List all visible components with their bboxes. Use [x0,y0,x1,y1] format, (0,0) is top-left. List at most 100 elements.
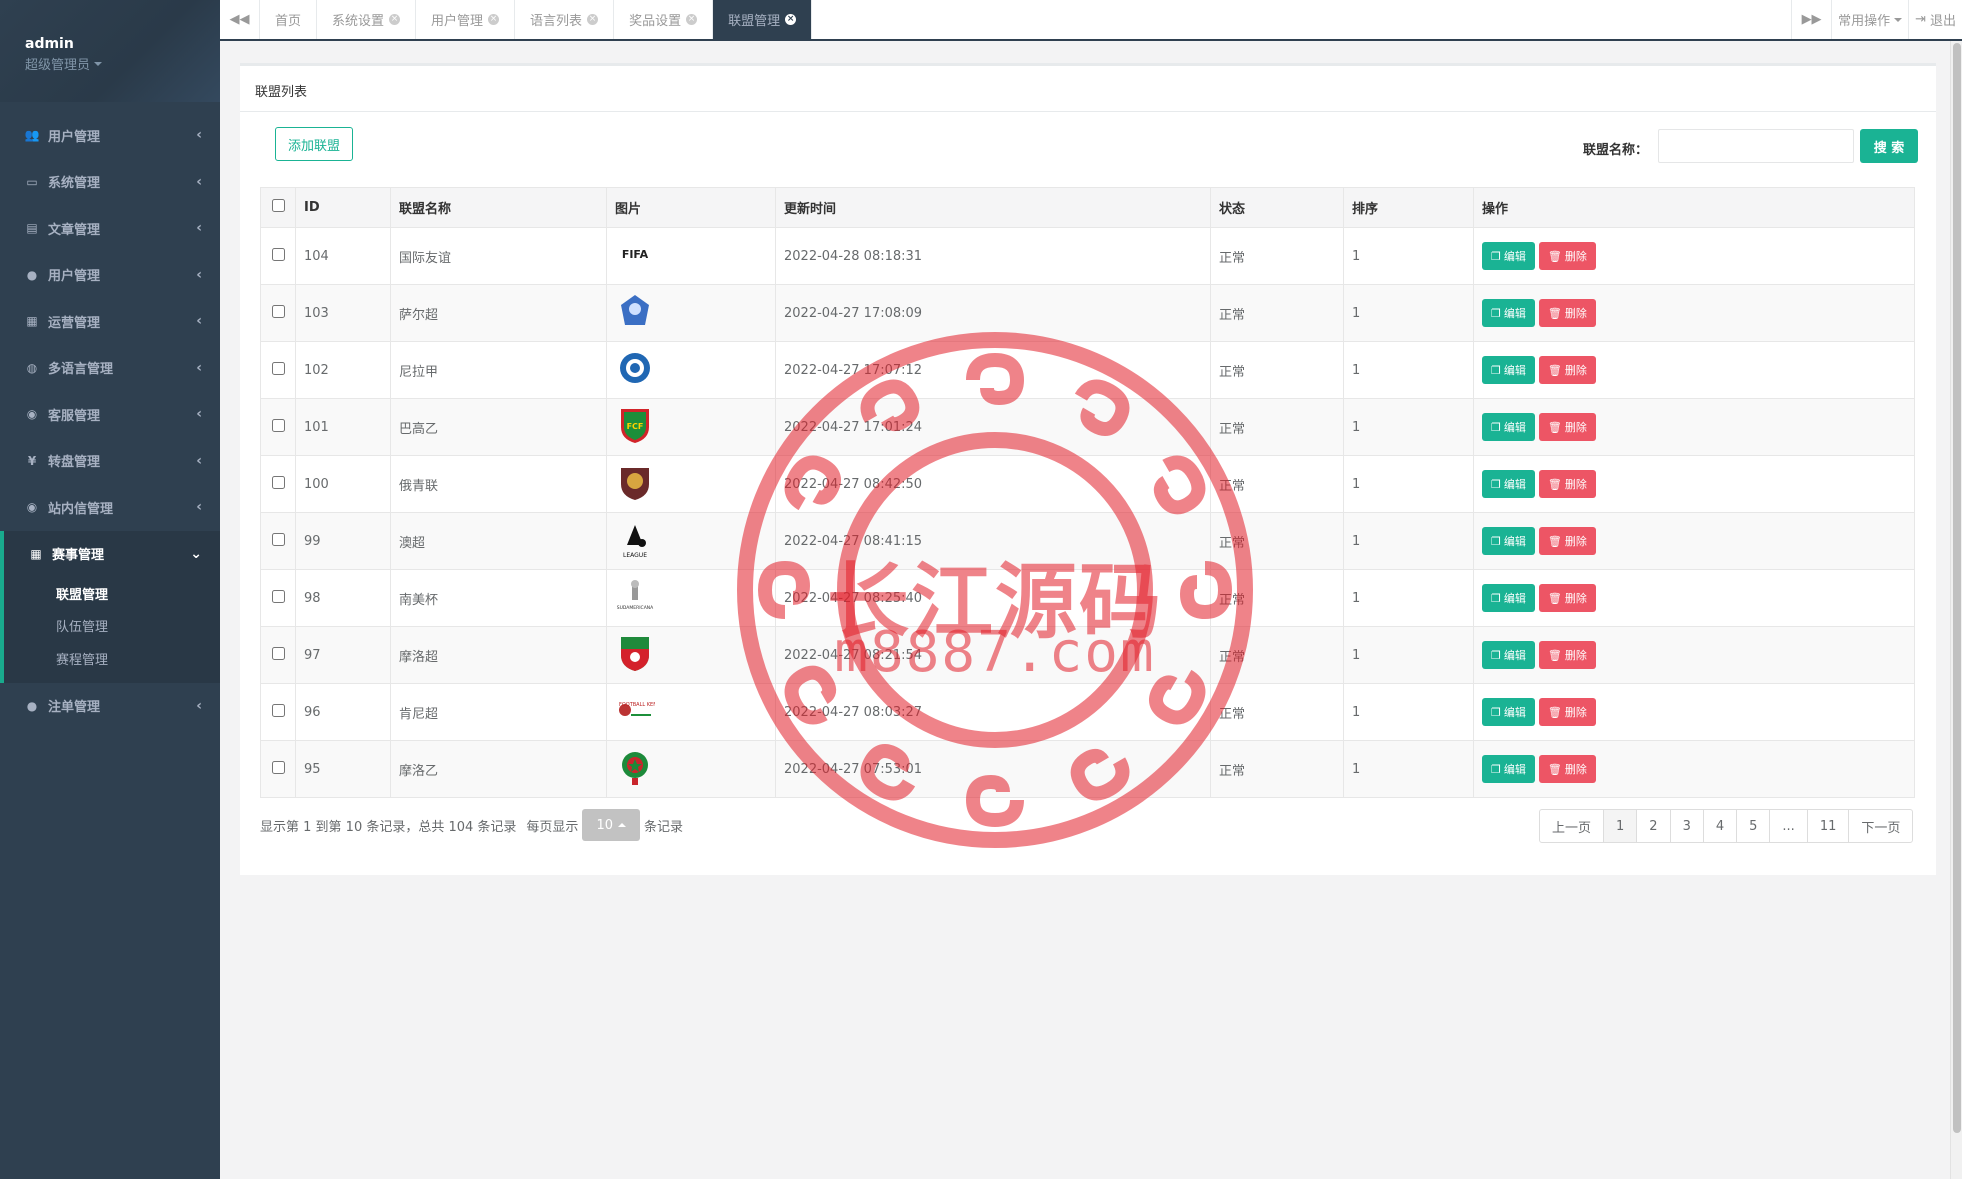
delete-button[interactable]: 🗑 删除 [1538,242,1596,270]
sidebar-item[interactable]: ▤ 文章管理 ‹ [0,205,220,252]
cell-image: FIFA [606,227,776,285]
edit-button[interactable]: ❐ 编辑 [1482,242,1535,270]
edit-button[interactable]: ❐ 编辑 [1482,299,1535,327]
sidebar-item-link[interactable]: ◍ 多语言管理 ‹ [0,345,220,392]
league-name-search-input[interactable] [1658,129,1854,163]
delete-button[interactable]: 🗑 删除 [1538,356,1596,384]
pagination-item[interactable]: ... [1769,809,1808,843]
tab[interactable]: 首页 [260,0,318,39]
row-checkbox[interactable] [271,589,285,603]
common-ops-dropdown[interactable]: 常用操作 [1831,0,1908,39]
row-checkbox[interactable] [271,646,285,660]
page-size-dropdown[interactable]: 10 [582,809,640,841]
sidebar-item[interactable]: ◍ 多语言管理 ‹ [0,345,220,392]
row-checkbox[interactable] [271,703,285,717]
select-all-checkbox[interactable] [271,199,285,212]
tab-scroll-left-button[interactable]: ◀◀ [220,0,260,39]
tab-scroll-right-button[interactable]: ▶▶ [1791,0,1831,39]
sidebar-item[interactable]: ● 注单管理 ‹ [0,683,220,730]
header-name[interactable]: 联盟名称 [390,187,607,228]
edit-button[interactable]: ❐ 编辑 [1482,527,1535,555]
header-image[interactable]: 图片 [606,187,776,228]
sidebar-item[interactable]: ▦ 运营管理 ‹ [0,298,220,345]
scrollbar-thumb[interactable] [1953,43,1961,1133]
add-league-button[interactable]: 添加联盟 [275,127,354,161]
pagination-item[interactable]: 4 [1702,809,1738,843]
delete-button[interactable]: 🗑 删除 [1538,584,1596,612]
search-button[interactable]: 搜 索 [1860,129,1918,163]
header-updated[interactable]: 更新时间 [775,187,1211,228]
pagination-item[interactable]: 5 [1736,809,1771,843]
logout-button[interactable]: ⇥ 退出 [1908,0,1962,39]
sidebar-subitem[interactable]: 队伍管理 [4,610,220,643]
delete-button[interactable]: 🗑 删除 [1538,641,1596,669]
sidebar-item[interactable]: ◉ 客服管理 ‹ [0,391,220,438]
sidebar-item[interactable]: ▦ 赛事管理 ⌄ 联盟管理 队伍管理 赛程管理 [0,530,220,683]
sidebar-item[interactable]: 👥 用户管理 ‹ [0,112,220,159]
tab[interactable]: 奖品设置 × [614,0,714,39]
logout-label: 退出 [1929,14,1956,29]
edit-button[interactable]: ❐ 编辑 [1482,755,1535,783]
tab[interactable]: 用户管理 × [416,0,516,39]
sidebar-item-link[interactable]: ◉ 站内信管理 ‹ [0,484,220,531]
edit-button[interactable]: ❐ 编辑 [1482,584,1535,612]
close-icon[interactable]: × [389,14,401,25]
delete-button[interactable]: 🗑 删除 [1538,755,1596,783]
delete-button[interactable]: 🗑 删除 [1538,527,1596,555]
pagination-item[interactable]: 2 [1636,809,1671,843]
sidebar-item-link[interactable]: 👥 用户管理 ‹ [0,112,220,159]
row-checkbox[interactable] [271,418,285,432]
sidebar-item-link[interactable]: ▤ 文章管理 ‹ [0,205,220,252]
row-checkbox[interactable] [271,247,285,261]
sidebar-item-label: 多语言管理 [48,362,114,378]
row-checkbox[interactable] [271,304,285,318]
sidebar-item-link[interactable]: ▭ 系统管理 ‹ [0,159,220,206]
delete-button[interactable]: 🗑 删除 [1538,299,1596,327]
pagination-item[interactable]: 3 [1669,809,1704,843]
sidebar-subitem[interactable]: 联盟管理 [4,577,220,610]
cell-status: 正常 [1210,227,1344,285]
sidebar-item-link[interactable]: ▦ 运营管理 ‹ [0,298,220,345]
delete-button[interactable]: 🗑 删除 [1538,698,1596,726]
sidebar-item-link[interactable]: ◉ 客服管理 ‹ [0,391,220,438]
close-icon[interactable]: × [686,14,698,25]
row-checkbox[interactable] [271,532,285,546]
tab[interactable]: 系统设置 × [317,0,417,39]
sidebar-item-link[interactable]: ¥ 转盘管理 ‹ [0,438,220,485]
header-sort[interactable]: 排序 [1343,187,1474,228]
edit-button[interactable]: ❐ 编辑 [1482,641,1535,669]
edit-button[interactable]: ❐ 编辑 [1482,698,1535,726]
header-id[interactable]: ID [295,187,391,228]
sidebar-item-link[interactable]: ▦ 赛事管理 ⌄ [4,531,220,578]
close-icon[interactable]: × [785,14,797,25]
edit-button[interactable]: ❐ 编辑 [1482,413,1535,441]
header-status[interactable]: 状态 [1210,187,1344,228]
pagination-item[interactable]: 下一页 [1848,809,1914,843]
pagination-item[interactable]: 上一页 [1539,809,1605,843]
close-icon[interactable]: × [587,14,599,25]
user-role-dropdown[interactable]: 超级管理员 [25,54,220,73]
page-scrollbar[interactable] [1950,41,1962,1179]
sidebar-item[interactable]: ● 用户管理 ‹ [0,252,220,299]
delete-button[interactable]: 🗑 删除 [1538,413,1596,441]
pagination-item[interactable]: 1 [1603,809,1638,843]
sidebar-item[interactable]: ▭ 系统管理 ‹ [0,159,220,206]
row-checkbox[interactable] [271,361,285,375]
row-checkbox[interactable] [271,475,285,489]
table-row: 95 摩洛乙 2022-04-27 07:53:01 正常 1 ❐ 编辑 🗑 删除 [260,740,1915,798]
sidebar-item[interactable]: ¥ 转盘管理 ‹ [0,438,220,485]
delete-button[interactable]: 🗑 删除 [1538,470,1596,498]
trash-icon: 🗑 [1547,306,1562,320]
row-checkbox[interactable] [271,760,285,774]
sidebar-item-link[interactable]: ● 注单管理 ‹ [0,683,220,730]
sidebar-subitem[interactable]: 赛程管理 [4,642,220,675]
chevron-left-icon: ‹ [196,697,202,714]
tab[interactable]: 语言列表 × [515,0,615,39]
tab[interactable]: 联盟管理 × [713,0,813,39]
edit-button[interactable]: ❐ 编辑 [1482,356,1535,384]
sidebar-item-link[interactable]: ● 用户管理 ‹ [0,252,220,299]
sidebar-item[interactable]: ◉ 站内信管理 ‹ [0,484,220,531]
edit-button[interactable]: ❐ 编辑 [1482,470,1535,498]
close-icon[interactable]: × [488,14,500,25]
pagination-item[interactable]: 11 [1806,809,1850,843]
